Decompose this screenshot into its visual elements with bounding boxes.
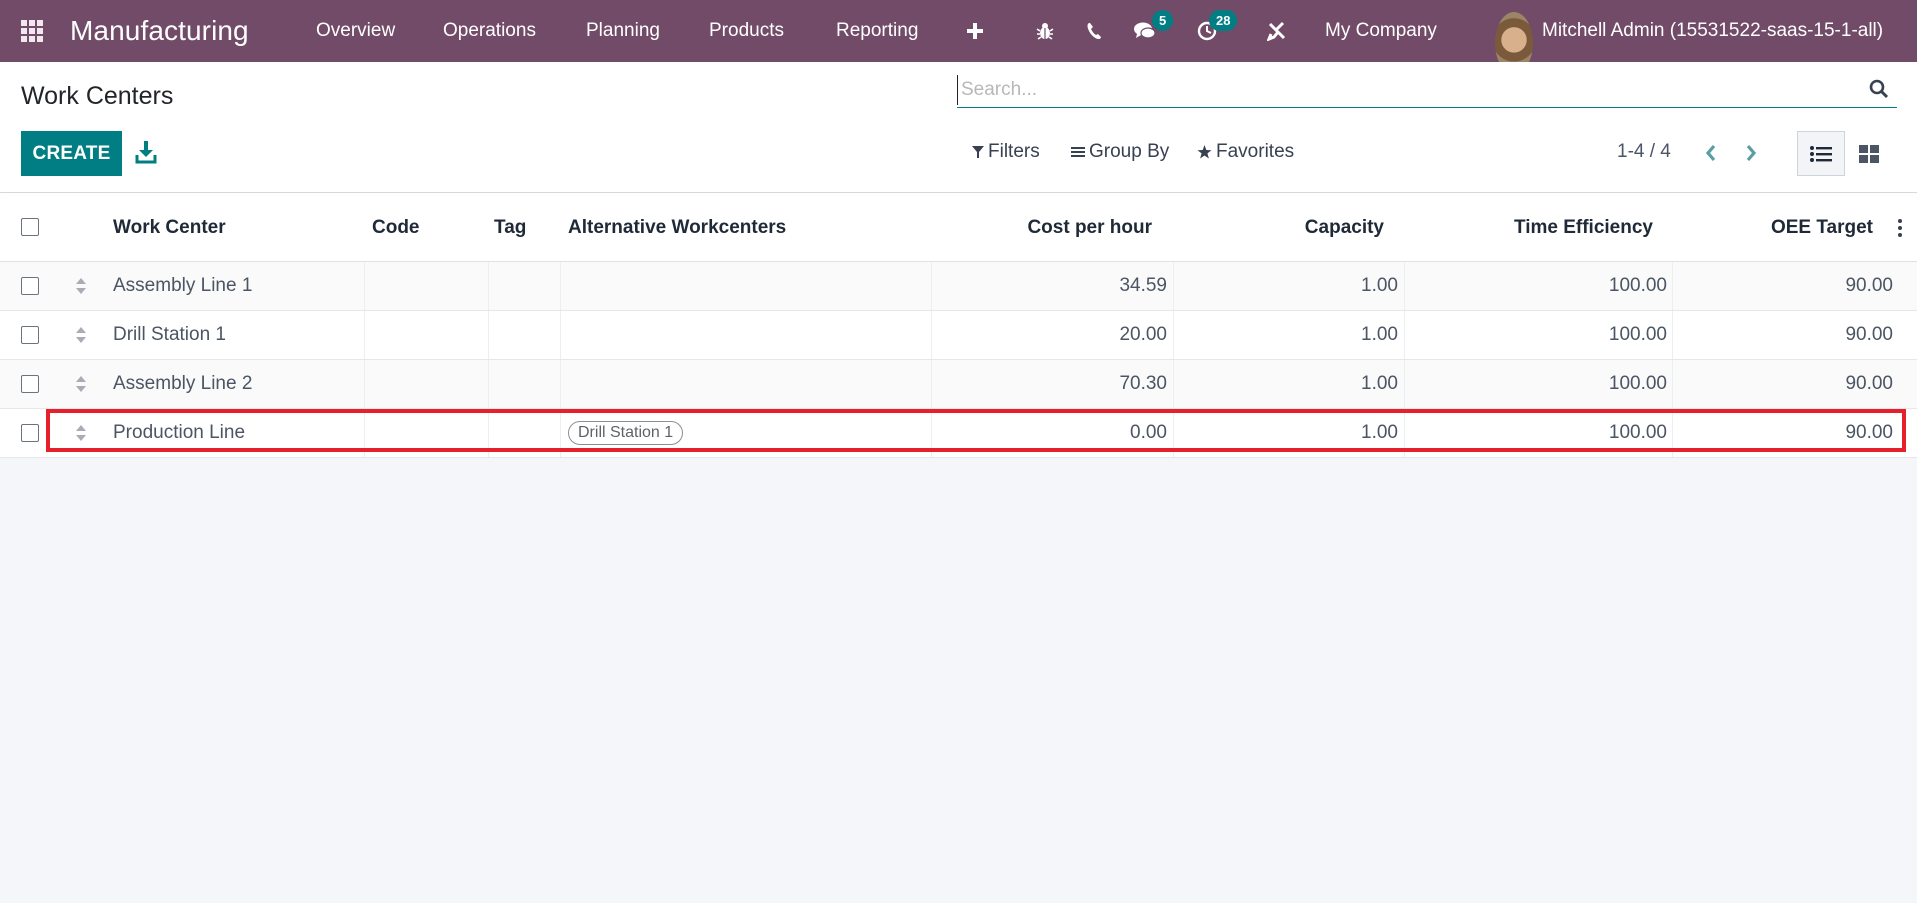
cell-oee-target[interactable]: 90.00 xyxy=(1672,360,1893,408)
column-header-time-efficiency[interactable]: Time Efficiency xyxy=(1404,193,1653,262)
group-by-button[interactable]: Group By xyxy=(1071,141,1169,163)
cell-oee-target[interactable]: 90.00 xyxy=(1672,311,1893,359)
column-header-tag[interactable]: Tag xyxy=(494,193,526,262)
search-icon[interactable] xyxy=(1869,79,1889,99)
list-view-icon xyxy=(1810,145,1832,162)
cell-oee-target[interactable]: 90.00 xyxy=(1672,409,1893,457)
menu-planning[interactable]: Planning xyxy=(586,0,660,62)
drag-handle-icon[interactable] xyxy=(74,277,88,295)
group-by-label: Group By xyxy=(1089,141,1170,162)
phone-icon[interactable] xyxy=(1086,0,1102,62)
menu-operations[interactable]: Operations xyxy=(443,0,536,62)
cell-capacity[interactable]: 1.00 xyxy=(1173,262,1398,310)
cell-cost-per-hour[interactable]: 20.00 xyxy=(931,311,1167,359)
menu-overview[interactable]: Overview xyxy=(316,0,395,62)
list-view-button[interactable] xyxy=(1797,131,1845,176)
filters-button[interactable]: Filters xyxy=(972,141,1040,163)
company-switcher[interactable]: My Company xyxy=(1325,0,1437,62)
cell-cost-per-hour[interactable]: 0.00 xyxy=(931,409,1167,457)
row-checkbox[interactable] xyxy=(21,326,39,344)
column-header-capacity[interactable]: Capacity xyxy=(1173,193,1384,262)
table-row[interactable]: Assembly Line 1 34.59 1.00 100.00 90.00 xyxy=(0,262,1917,311)
work-centers-table: Work Center Code Tag Alternative Workcen… xyxy=(0,193,1917,458)
column-header-cost-per-hour[interactable]: Cost per hour xyxy=(931,193,1152,262)
star-icon xyxy=(1197,145,1212,159)
cell-time-efficiency[interactable]: 100.00 xyxy=(1404,311,1667,359)
page-title: Work Centers xyxy=(21,82,174,110)
filter-icon xyxy=(972,146,984,158)
cell-capacity[interactable]: 1.00 xyxy=(1173,311,1398,359)
cell-capacity[interactable]: 1.00 xyxy=(1173,409,1398,457)
optional-columns-icon[interactable] xyxy=(1898,218,1902,238)
table-row[interactable]: Production Line Drill Station 1 0.00 1.0… xyxy=(0,409,1917,458)
menu-reporting[interactable]: Reporting xyxy=(836,0,918,62)
column-header-oee-target[interactable]: OEE Target xyxy=(1672,193,1873,262)
chat-icon[interactable] xyxy=(1133,0,1157,62)
drag-handle-icon[interactable] xyxy=(74,375,88,393)
table-row[interactable]: Drill Station 1 20.00 1.00 100.00 90.00 xyxy=(0,311,1917,360)
table-row[interactable]: Assembly Line 2 70.30 1.00 100.00 90.00 xyxy=(0,360,1917,409)
activity-clock-icon[interactable] xyxy=(1197,0,1217,62)
cell-oee-target[interactable]: 90.00 xyxy=(1672,262,1893,310)
pager-previous-icon[interactable] xyxy=(1698,140,1724,166)
download-icon[interactable] xyxy=(135,140,157,164)
filters-label: Filters xyxy=(988,141,1040,162)
row-checkbox[interactable] xyxy=(21,375,39,393)
cell-work-center[interactable]: Assembly Line 1 xyxy=(113,262,252,310)
tools-icon[interactable] xyxy=(1267,0,1287,62)
kanban-view-button[interactable] xyxy=(1845,131,1893,176)
create-button[interactable]: CREATE xyxy=(21,131,122,176)
cell-work-center[interactable]: Production Line xyxy=(113,409,245,457)
column-header-alternative-workcenters[interactable]: Alternative Workcenters xyxy=(568,193,786,262)
favorites-button[interactable]: Favorites xyxy=(1197,141,1294,163)
apps-menu-icon[interactable] xyxy=(21,0,47,62)
favorites-label: Favorites xyxy=(1216,141,1295,162)
cell-time-efficiency[interactable]: 100.00 xyxy=(1404,262,1667,310)
cell-work-center[interactable]: Assembly Line 2 xyxy=(113,360,252,408)
group-by-icon xyxy=(1071,147,1085,157)
kanban-view-icon xyxy=(1859,144,1879,163)
select-all-checkbox[interactable] xyxy=(21,218,39,236)
cell-cost-per-hour[interactable]: 34.59 xyxy=(931,262,1167,310)
menu-products[interactable]: Products xyxy=(709,0,784,62)
column-header-code[interactable]: Code xyxy=(372,193,420,262)
pager-value[interactable]: 1-4 / 4 xyxy=(1617,141,1671,163)
messages-badge: 5 xyxy=(1152,10,1174,31)
table-header: Work Center Code Tag Alternative Workcen… xyxy=(0,193,1917,262)
cell-work-center[interactable]: Drill Station 1 xyxy=(113,311,226,359)
drag-handle-icon[interactable] xyxy=(74,326,88,344)
search-bar xyxy=(957,75,1897,108)
control-panel: Work Centers CREATE Filters Group By Fav… xyxy=(0,62,1917,193)
user-menu[interactable]: Mitchell Admin (15531522-saas-15-1-all) xyxy=(1542,0,1883,62)
drag-handle-icon[interactable] xyxy=(74,424,88,442)
bug-icon[interactable] xyxy=(1036,0,1054,62)
alternative-workcenter-tag[interactable]: Drill Station 1 xyxy=(568,421,684,445)
row-checkbox[interactable] xyxy=(21,277,39,295)
cell-cost-per-hour[interactable]: 70.30 xyxy=(931,360,1167,408)
plus-icon[interactable] xyxy=(966,0,984,62)
cell-time-efficiency[interactable]: 100.00 xyxy=(1404,409,1667,457)
pager-next-icon[interactable] xyxy=(1738,140,1764,166)
cell-alternative-workcenters[interactable]: Drill Station 1 xyxy=(568,409,684,457)
table-body: Assembly Line 1 34.59 1.00 100.00 90.00 … xyxy=(0,262,1917,458)
column-header-work-center[interactable]: Work Center xyxy=(113,193,226,262)
cell-time-efficiency[interactable]: 100.00 xyxy=(1404,360,1667,408)
search-input[interactable] xyxy=(957,75,1837,105)
activities-badge: 28 xyxy=(1209,10,1238,31)
row-checkbox[interactable] xyxy=(21,424,39,442)
cell-capacity[interactable]: 1.00 xyxy=(1173,360,1398,408)
app-name[interactable]: Manufacturing xyxy=(70,0,249,62)
top-navbar: Manufacturing Overview Operations Planni… xyxy=(0,0,1917,74)
